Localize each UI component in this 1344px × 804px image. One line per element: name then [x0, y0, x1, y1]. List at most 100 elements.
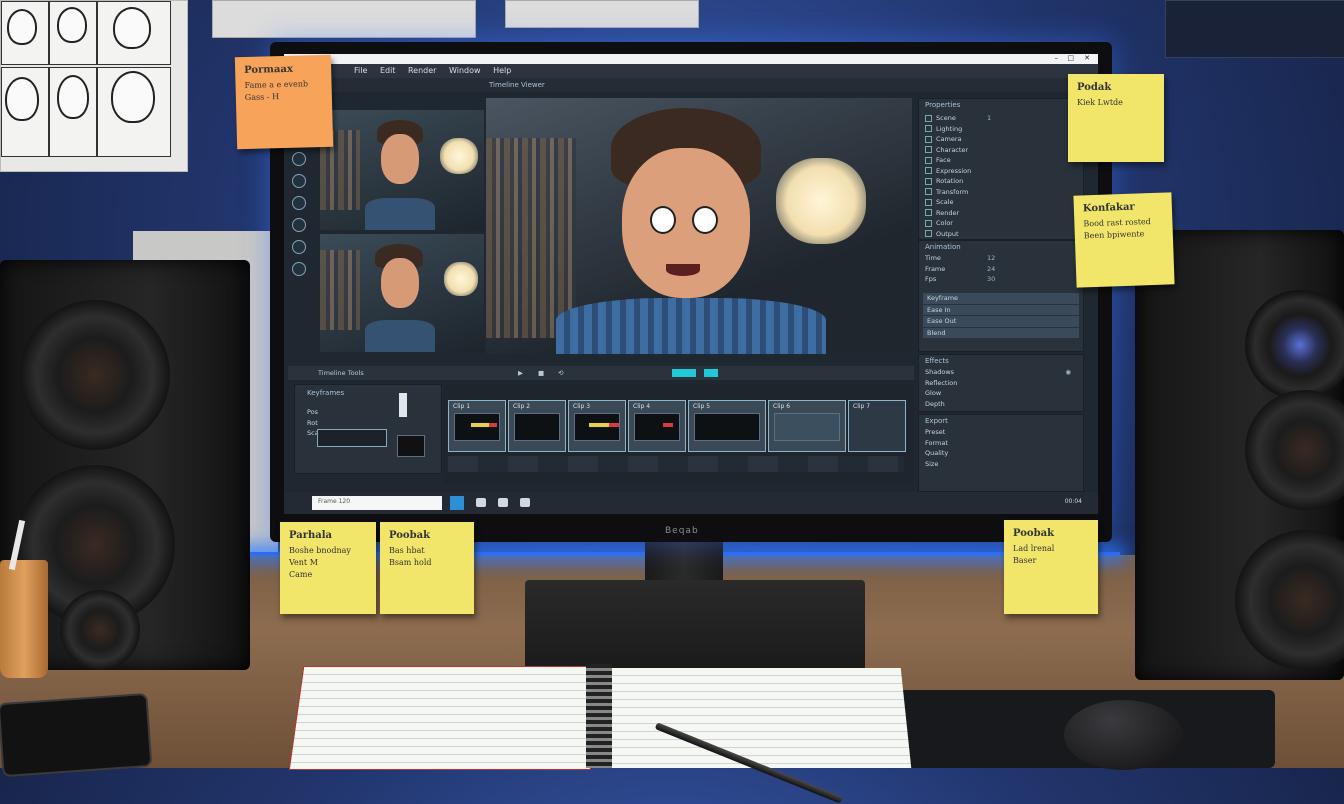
- effects-title: Effects: [925, 357, 949, 365]
- timeline-ruler[interactable]: [448, 456, 904, 472]
- export-row[interactable]: Preset: [925, 427, 1075, 438]
- properties-panel: Properties Scene 1 Lighting Camera Charac…: [918, 98, 1084, 240]
- properties-title: Properties: [925, 101, 961, 109]
- timeline-track: Clip 1 Clip 2 Clip 3 Clip 4 Clip 5 Clip …: [444, 384, 914, 484]
- layer-row[interactable]: Rotation: [925, 176, 1075, 187]
- preview-viewer-bottom[interactable]: [320, 234, 484, 352]
- keyframe-slider[interactable]: [399, 393, 407, 417]
- layer-row[interactable]: Scale: [925, 197, 1075, 208]
- taskbar-app-active[interactable]: [450, 496, 464, 510]
- play-icon[interactable]: ▶: [518, 366, 523, 380]
- folder-icon[interactable]: [476, 498, 486, 507]
- left-speaker-tweeter: [20, 300, 170, 450]
- notebook-left-page: [288, 666, 606, 770]
- sticky-note: Konfakar Bood rast rosted Been bpiwente: [1073, 192, 1175, 288]
- menu-edit[interactable]: Edit: [380, 64, 396, 78]
- browser-icon[interactable]: [498, 498, 508, 507]
- clip[interactable]: Clip 5: [688, 400, 766, 452]
- key-row[interactable]: Keyframe: [923, 293, 1079, 304]
- layer-row[interactable]: Transform: [925, 187, 1075, 198]
- brush-tool-icon[interactable]: [292, 240, 306, 254]
- sticky-note: Poobak Lad lrenal Baser: [1004, 520, 1098, 614]
- main-character: [556, 108, 836, 354]
- menu-render[interactable]: Render: [408, 64, 436, 78]
- layer-row[interactable]: Scene 1: [925, 113, 1075, 124]
- preview-viewer-top[interactable]: [320, 110, 484, 230]
- export-row[interactable]: Size: [925, 459, 1075, 470]
- keyframe-panel: Keyframes Pos Rot Scale: [294, 384, 442, 474]
- close-icon[interactable]: ✕: [1084, 54, 1090, 62]
- anim-row[interactable]: Frame 24: [925, 264, 1075, 275]
- mouse: [1064, 700, 1182, 770]
- anim-row[interactable]: Fps 30: [925, 274, 1075, 285]
- clip[interactable]: Clip 7: [848, 400, 906, 452]
- export-row[interactable]: Quality: [925, 448, 1075, 459]
- menu-window[interactable]: Window: [449, 64, 481, 78]
- layer-row[interactable]: Lighting: [925, 124, 1075, 135]
- anim-row[interactable]: Time 12: [925, 253, 1075, 264]
- camera-tool-icon[interactable]: [292, 196, 306, 210]
- character-figure-2: [365, 244, 435, 352]
- active-mode-chip[interactable]: [672, 369, 696, 377]
- key-row[interactable]: Ease Out: [923, 316, 1079, 327]
- maximize-icon[interactable]: □: [1067, 54, 1074, 62]
- clip[interactable]: Clip 6: [768, 400, 846, 452]
- notebook-right-page: [600, 668, 912, 768]
- layer-row[interactable]: Camera: [925, 134, 1075, 145]
- screen: – □ ✕ File Edit Render Window Help Timel…: [284, 54, 1098, 514]
- wall-sketch-strip: [212, 0, 476, 38]
- menu-file[interactable]: File: [354, 64, 367, 78]
- sticky-note: Poobak Bas hbat Bsam hold: [380, 522, 474, 614]
- rotate-tool-icon[interactable]: [292, 152, 306, 166]
- pen-cup: [0, 560, 48, 678]
- sticky-note: Podak Kiek Lwtde: [1068, 74, 1164, 162]
- effect-row[interactable]: Depth: [925, 399, 1075, 410]
- mail-icon[interactable]: [520, 498, 530, 507]
- export-row[interactable]: Format: [925, 438, 1075, 449]
- main-viewer[interactable]: [486, 98, 912, 354]
- key-row[interactable]: Blend: [923, 327, 1079, 338]
- right-speaker-woofer: [1235, 530, 1344, 670]
- scale-tool-icon[interactable]: [292, 174, 306, 188]
- menu-help[interactable]: Help: [493, 64, 511, 78]
- kf-row[interactable]: Pos: [307, 407, 387, 418]
- timeline-toolbar-label: Timeline Tools: [318, 369, 364, 377]
- kf-row[interactable]: Rot: [307, 418, 387, 429]
- minimize-icon[interactable]: –: [1055, 54, 1059, 62]
- layer-list: Scene 1 Lighting Camera Character Face Ex…: [925, 113, 1075, 239]
- light-tool-icon[interactable]: [292, 218, 306, 232]
- layer-row[interactable]: Expression: [925, 166, 1075, 177]
- notebook: [288, 656, 912, 770]
- viewer-title: Timeline Viewer: [489, 81, 545, 89]
- export-title: Export: [925, 417, 948, 425]
- toolbar: Timeline Viewer: [284, 78, 1098, 92]
- right-speaker: [1135, 230, 1344, 680]
- effect-row[interactable]: Reflection: [925, 378, 1075, 389]
- keyframe-title: Keyframes: [307, 389, 345, 397]
- clip[interactable]: Clip 3: [568, 400, 626, 452]
- effect-row[interactable]: Glow: [925, 388, 1075, 399]
- taskbar-status-left: Frame 120: [318, 498, 351, 505]
- clip[interactable]: Clip 4: [628, 400, 686, 452]
- wall-sketch-strip-2: [505, 0, 699, 28]
- effects-panel: Effects Shadows ◉ Reflection Glow Depth: [918, 354, 1084, 412]
- bone-tool-icon[interactable]: [292, 262, 306, 276]
- right-speaker-tweeter: [1245, 290, 1344, 400]
- layer-row[interactable]: Color: [925, 218, 1075, 229]
- clip[interactable]: Clip 2: [508, 400, 566, 452]
- layer-row[interactable]: Render: [925, 208, 1075, 219]
- layer-row[interactable]: Output: [925, 229, 1075, 240]
- keyframe-swatch[interactable]: [397, 435, 425, 457]
- layer-row[interactable]: Character: [925, 145, 1075, 156]
- keyframe-input[interactable]: [317, 429, 387, 447]
- clip[interactable]: Clip 1: [448, 400, 506, 452]
- stop-icon[interactable]: ■: [538, 366, 544, 380]
- active-mode-chip-2[interactable]: [704, 369, 718, 377]
- taskbar-status-right: 00:04: [1064, 498, 1082, 505]
- left-speaker-port: [60, 590, 140, 670]
- key-row[interactable]: Ease In: [923, 304, 1079, 315]
- layer-row[interactable]: Face: [925, 155, 1075, 166]
- sticky-note: Parhala Boshe bnodnay Vent M Came: [280, 522, 376, 614]
- effect-row[interactable]: Shadows ◉: [925, 367, 1075, 378]
- loop-icon[interactable]: ⟲: [558, 366, 563, 380]
